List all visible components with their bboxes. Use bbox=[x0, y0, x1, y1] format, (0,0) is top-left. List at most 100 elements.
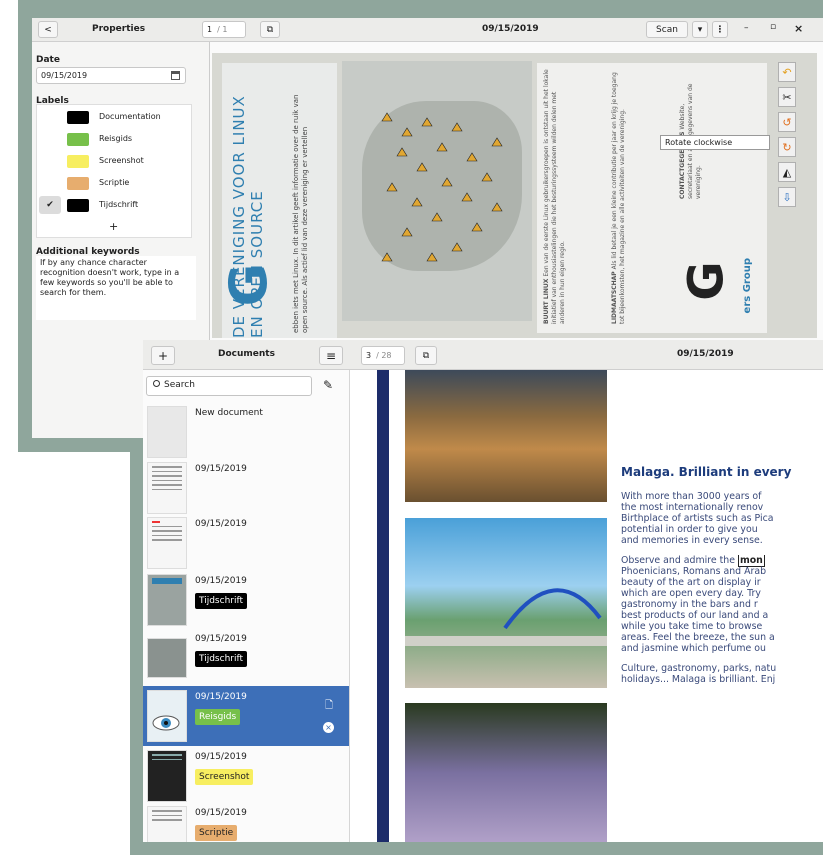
page-number-field[interactable]: 1/ 1 bbox=[202, 21, 246, 38]
label-row[interactable]: Screenshot bbox=[37, 151, 193, 171]
document-label-badge: Screenshot bbox=[195, 769, 254, 785]
page-spine bbox=[377, 370, 389, 842]
copy-button[interactable]: ⧉ bbox=[260, 21, 280, 38]
color-icon: ◭ bbox=[782, 165, 792, 179]
label-color-swatch[interactable] bbox=[67, 155, 89, 168]
label-row[interactable]: Documentation bbox=[37, 107, 193, 127]
window-title-date: 09/15/2019 bbox=[677, 349, 734, 359]
document-item[interactable]: New document bbox=[143, 402, 349, 462]
article-paragraph: With more than 3000 years of the most in… bbox=[621, 491, 774, 546]
article-text: Malaga. Brilliant in every With more tha… bbox=[621, 465, 823, 694]
document-item[interactable]: 09/15/2019 Screenshot bbox=[143, 746, 349, 806]
label-row[interactable]: Reisgids bbox=[37, 129, 193, 149]
back-button[interactable]: < bbox=[38, 21, 58, 38]
documents-sidebar: Search ✎ New document 09/15/2019 09/15/2… bbox=[143, 370, 350, 842]
scan-left-column: DE VERENIGING VOOR LINUX EN OPEN SOURCE … bbox=[219, 63, 337, 338]
search-input[interactable]: Search bbox=[146, 376, 312, 396]
copy-icon: ⧉ bbox=[266, 24, 274, 35]
label-name: Tijdschrift bbox=[99, 200, 139, 209]
document-page-view: Malaga. Brilliant in every With more tha… bbox=[351, 370, 823, 842]
eye-image bbox=[152, 715, 180, 731]
scan-dropdown-button[interactable]: ▾ bbox=[692, 21, 708, 38]
add-label-button[interactable]: + bbox=[109, 220, 118, 233]
scan-footer-text: ers Group bbox=[742, 258, 753, 314]
date-field[interactable]: 09/15/2019 bbox=[36, 67, 186, 84]
document-thumbnail bbox=[147, 806, 187, 842]
hamburger-menu-icon: ≡ bbox=[325, 348, 337, 363]
page-number-field[interactable]: 3/ 28 bbox=[361, 346, 405, 365]
label-row[interactable]: Scriptie bbox=[37, 173, 193, 193]
document-date: 09/15/2019 bbox=[195, 808, 247, 818]
castle-photo bbox=[405, 370, 607, 502]
image-edit-toolbar: ↶ ✂ ↺ ↻ ◭ ⇩ bbox=[778, 62, 798, 212]
rotate-clockwise-button[interactable]: ↻ bbox=[778, 137, 796, 157]
documents-title: Documents bbox=[218, 349, 275, 359]
plus-icon: + bbox=[157, 348, 169, 363]
documents-headerbar: + Documents ≡ 3/ 28 ⧉ 09/15/2019 bbox=[143, 340, 823, 370]
document-item[interactable]: 09/15/2019 bbox=[143, 513, 349, 573]
delete-document-icon[interactable]: × bbox=[323, 722, 334, 733]
harbour-photo bbox=[405, 518, 607, 688]
label-color-swatch[interactable] bbox=[67, 199, 89, 212]
document-date: New document bbox=[195, 408, 263, 418]
wisteria-photo bbox=[405, 703, 607, 842]
add-document-button[interactable]: + bbox=[151, 346, 175, 365]
document-thumbnail bbox=[147, 638, 187, 678]
document-label-badge: Tijdschrift bbox=[195, 651, 248, 667]
checkmark-icon: ✔ bbox=[46, 200, 54, 210]
document-thumbnail bbox=[147, 462, 187, 514]
label-name: Documentation bbox=[99, 112, 161, 121]
document-date: 09/15/2019 bbox=[195, 634, 247, 644]
cut-button[interactable]: ✂ bbox=[778, 87, 796, 107]
scan-button[interactable]: Scan bbox=[646, 21, 688, 38]
scan-map-image bbox=[342, 61, 532, 321]
save-button[interactable]: ⇩ bbox=[778, 187, 796, 207]
maximize-button[interactable]: ▫ bbox=[770, 22, 776, 32]
document-date: 09/15/2019 bbox=[195, 576, 247, 586]
rotate-counterclockwise-button[interactable]: ↺ bbox=[778, 112, 796, 132]
search-icon bbox=[153, 380, 160, 387]
label-color-swatch[interactable] bbox=[67, 133, 89, 146]
document-thumbnail bbox=[147, 517, 187, 569]
kebab-menu-icon: ⋮ bbox=[715, 24, 725, 35]
rotate-clockwise-icon: ↻ bbox=[782, 140, 792, 154]
label-name: Scriptie bbox=[99, 178, 130, 187]
close-button[interactable]: × bbox=[794, 22, 803, 35]
document-item[interactable]: 09/15/2019 Scriptie bbox=[143, 802, 349, 842]
undo-icon: ↶ bbox=[782, 65, 792, 79]
chevron-down-icon: ▾ bbox=[697, 24, 703, 35]
document-item-selected[interactable]: 09/15/2019 Reisgids 🗋 × bbox=[143, 686, 349, 746]
menu-button[interactable]: ⋮ bbox=[712, 21, 728, 38]
article-paragraph: Culture, gastronomy, parks, natu holiday… bbox=[621, 663, 777, 685]
label-color-swatch[interactable] bbox=[67, 177, 89, 190]
copy-icon: ⧉ bbox=[422, 350, 430, 361]
edit-icon[interactable]: ✎ bbox=[323, 378, 333, 392]
backdrop-frame bbox=[18, 0, 823, 18]
window-title-date: 09/15/2019 bbox=[482, 24, 539, 34]
label-row[interactable]: ✔ Tijdschrift bbox=[37, 195, 193, 215]
cut-icon: ✂ bbox=[782, 90, 792, 104]
document-label-badge: Scriptie bbox=[195, 825, 238, 841]
article-paragraph: Observe and admire the mon Phoenicians, … bbox=[621, 555, 775, 654]
document-properties-icon[interactable]: 🗋 bbox=[325, 698, 333, 715]
document-item[interactable]: 09/15/2019 bbox=[143, 458, 349, 518]
copy-button[interactable]: ⧉ bbox=[415, 346, 437, 365]
document-date: 09/15/2019 bbox=[195, 519, 247, 529]
color-button[interactable]: ◭ bbox=[778, 162, 796, 182]
bridge-arch-drawing bbox=[405, 588, 607, 646]
scan-body-text: ebben iets met Linux. In dit artikel gee… bbox=[292, 94, 309, 333]
label-checkbox[interactable]: ✔ bbox=[39, 196, 61, 214]
document-item[interactable]: 09/15/2019 Tijdschrift bbox=[143, 570, 349, 630]
undo-button[interactable]: ↶ bbox=[778, 62, 796, 82]
backdrop-frame bbox=[18, 0, 32, 452]
minimize-button[interactable]: – bbox=[744, 23, 749, 33]
label-name: Reisgids bbox=[99, 134, 133, 143]
properties-title: Properties bbox=[92, 24, 146, 34]
keywords-textarea[interactable]: If by any chance character recognition d… bbox=[36, 256, 196, 320]
scan-text-column: CONTACTGEGEVENS Website, secretariaat en… bbox=[679, 83, 702, 199]
documents-menu-button[interactable]: ≡ bbox=[319, 346, 343, 365]
calendar-icon[interactable] bbox=[171, 71, 180, 80]
label-color-swatch[interactable] bbox=[67, 111, 89, 124]
documents-window: + Documents ≡ 3/ 28 ⧉ 09/15/2019 Search … bbox=[143, 340, 823, 842]
document-item[interactable]: 09/15/2019 Tijdschrift bbox=[143, 628, 349, 688]
